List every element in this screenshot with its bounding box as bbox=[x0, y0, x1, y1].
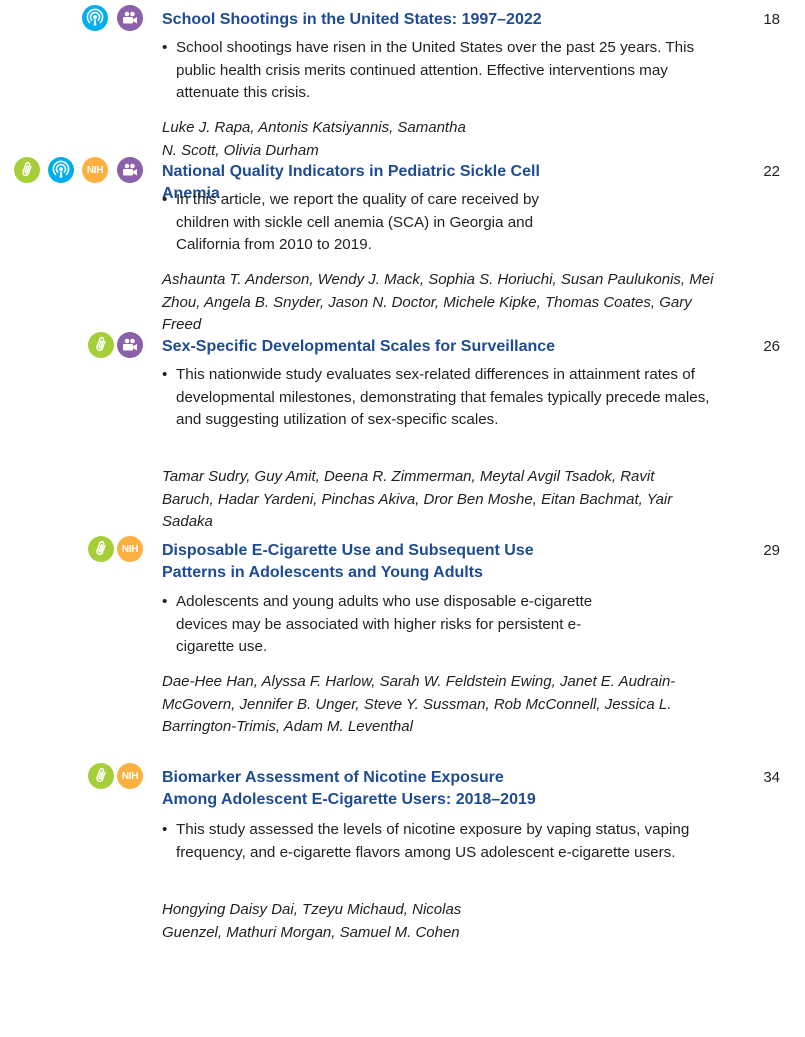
nih-icon[interactable]: NIH bbox=[117, 536, 143, 562]
bullet: • bbox=[162, 593, 168, 610]
paperclip-icon[interactable] bbox=[88, 332, 114, 358]
article-authors: Dae-Hee Han, Alyssa F. Harlow, Sarah W. … bbox=[162, 673, 676, 735]
article-summary: • This nationwide study evaluates sex-re… bbox=[162, 364, 722, 432]
summary-text: This nationwide study evaluates sex-rela… bbox=[176, 366, 710, 428]
summary-text: Adolescents and young adults who use dis… bbox=[176, 593, 593, 655]
page-number: 22 bbox=[763, 163, 780, 180]
paperclip-icon[interactable] bbox=[88, 536, 114, 562]
article-summary: • Adolescents and young adults who use d… bbox=[162, 591, 722, 659]
article-title[interactable]: Disposable E-Cigarette Use and Subsequen… bbox=[162, 540, 562, 584]
article-authors: Hongying Daisy Dai, Tzeyu Michaud, Nicol… bbox=[162, 901, 462, 941]
article-title[interactable]: Sex-Specific Developmental Scales for Su… bbox=[162, 336, 582, 358]
video-icon[interactable] bbox=[117, 157, 143, 183]
paperclip-icon[interactable] bbox=[88, 763, 114, 789]
bullet: • bbox=[162, 821, 168, 838]
article-title[interactable]: Biomarker Assessment of Nicotine Exposur… bbox=[162, 767, 542, 811]
paperclip-icon[interactable] bbox=[14, 157, 40, 183]
page-number: 18 bbox=[763, 11, 780, 28]
article-authors: Luke J. Rapa, Antonis Katsiyannis, Saman… bbox=[162, 119, 466, 159]
article-summary: • School shootings have risen in the Uni… bbox=[162, 37, 722, 105]
video-icon[interactable] bbox=[117, 5, 143, 31]
nih-icon[interactable]: NIH bbox=[117, 763, 143, 789]
podcast-icon[interactable] bbox=[82, 5, 108, 31]
podcast-icon[interactable] bbox=[48, 157, 74, 183]
nih-icon[interactable]: NIH bbox=[82, 157, 108, 183]
page-number: 34 bbox=[763, 769, 780, 786]
bullet: • bbox=[162, 191, 168, 208]
article-summary: • This study assessed the levels of nico… bbox=[162, 819, 722, 864]
table-of-contents: School Shootings in the United States: 1… bbox=[0, 0, 805, 1037]
summary-text: School shootings have risen in the Unite… bbox=[176, 39, 695, 101]
article-title[interactable]: School Shootings in the United States: 1… bbox=[162, 9, 582, 31]
video-icon[interactable] bbox=[117, 332, 143, 358]
summary-text: In this article, we report the quality o… bbox=[176, 191, 539, 253]
article-authors: Tamar Sudry, Guy Amit, Deena R. Zimmerma… bbox=[162, 468, 673, 530]
bullet: • bbox=[162, 366, 168, 383]
page-number: 26 bbox=[763, 338, 780, 355]
bullet: • bbox=[162, 39, 168, 56]
article-authors: Ashaunta T. Anderson, Wendy J. Mack, Sop… bbox=[162, 271, 714, 333]
article-summary: • In this article, we report the quality… bbox=[162, 189, 722, 257]
page-number: 29 bbox=[763, 542, 780, 559]
summary-text: This study assessed the levels of nicoti… bbox=[176, 821, 690, 861]
